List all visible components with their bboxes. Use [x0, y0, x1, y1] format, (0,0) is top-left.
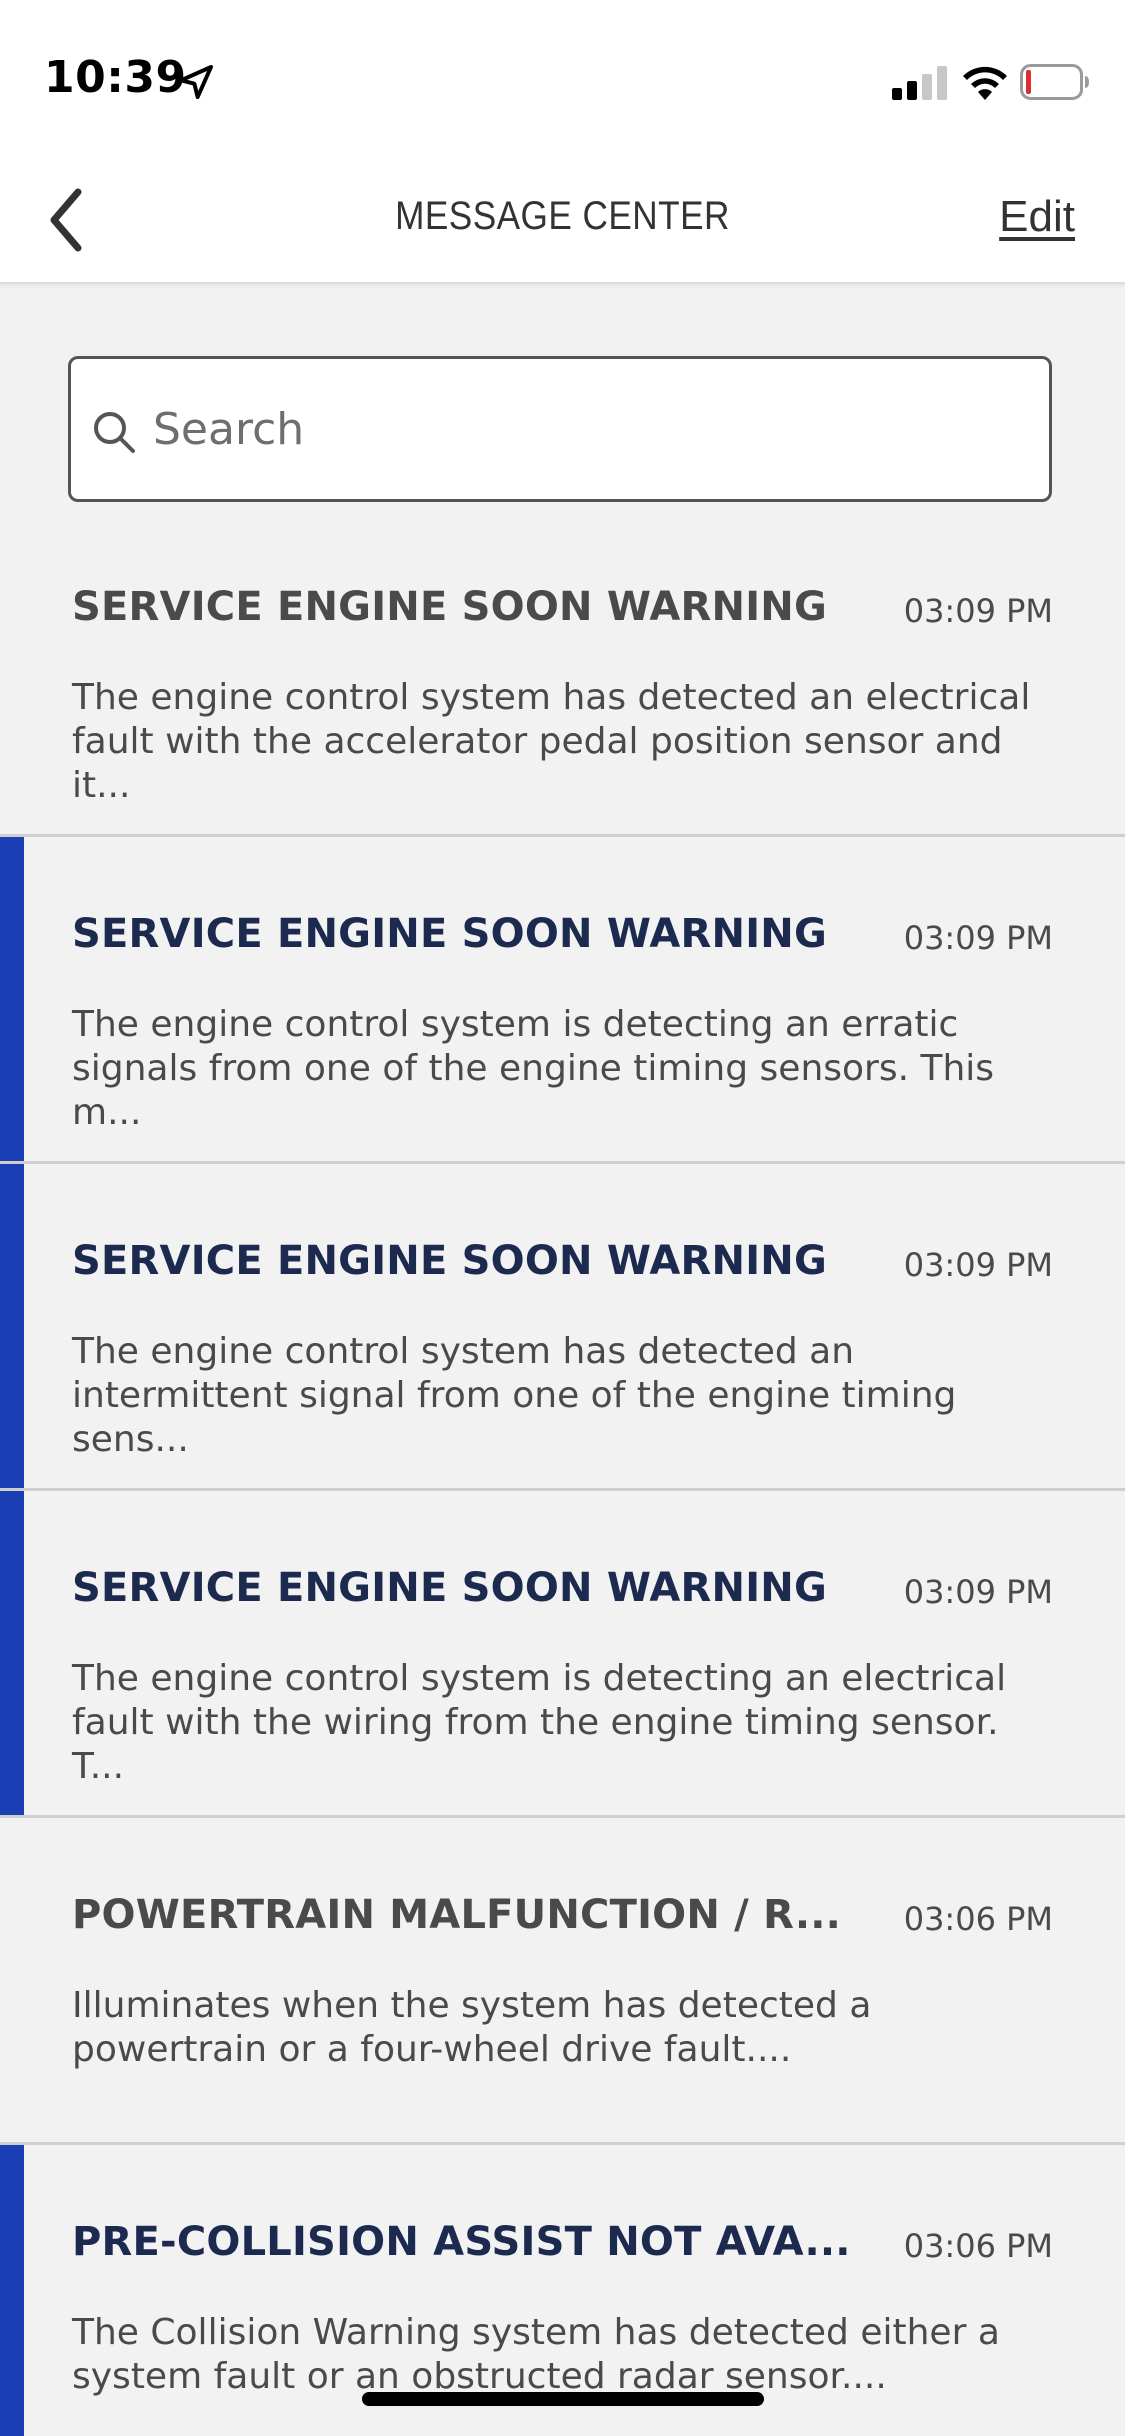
location-arrow-icon	[179, 65, 213, 99]
message-list: SERVICE ENGINE SOON WARNING 03:09 PM The…	[0, 510, 1125, 2436]
message-preview: The engine control system is detecting a…	[72, 1004, 995, 1133]
message-title: SERVICE ENGINE SOON WARNING	[72, 1238, 827, 1284]
status-time: 10:39	[44, 52, 187, 103]
message-time: 03:06 PM	[903, 1900, 1053, 1938]
message-preview: Illuminates when the system has detected…	[72, 1985, 872, 2070]
message-item[interactable]: SERVICE ENGINE SOON WARNING 03:09 PM The…	[0, 510, 1125, 837]
message-time: 03:09 PM	[903, 1246, 1053, 1284]
message-item[interactable]: SERVICE ENGINE SOON WARNING 03:09 PM The…	[0, 1491, 1125, 1818]
cellular-signal-icon	[892, 66, 947, 100]
message-preview: The engine control system has detected a…	[72, 677, 1031, 806]
battery-icon	[1020, 64, 1089, 100]
page-title: MESSAGE CENTER	[395, 194, 730, 238]
status-bar: 10:39	[0, 0, 1125, 150]
message-item[interactable]: SERVICE ENGINE SOON WARNING 03:09 PM The…	[0, 837, 1125, 1164]
message-preview: The engine control system is detecting a…	[72, 1658, 1007, 1787]
message-title: SERVICE ENGINE SOON WARNING	[72, 584, 827, 630]
message-title: POWERTRAIN MALFUNCTION / R...	[72, 1892, 842, 1938]
message-center-screen: 10:39 MESSAGE CENTER Edit Search SERVICE…	[0, 0, 1125, 2436]
message-title: PRE-COLLISION ASSIST NOT AVA...	[72, 2219, 851, 2265]
message-preview: The Collision Warning system has detecte…	[72, 2312, 1000, 2397]
search-box[interactable]	[68, 356, 1052, 502]
message-item[interactable]: SERVICE ENGINE SOON WARNING 03:09 PM The…	[0, 1164, 1125, 1491]
message-title: SERVICE ENGINE SOON WARNING	[72, 1565, 827, 1611]
navigation-bar: MESSAGE CENTER Edit	[0, 150, 1125, 284]
message-time: 03:09 PM	[903, 919, 1053, 957]
message-time: 03:09 PM	[903, 1573, 1053, 1611]
message-time: 03:06 PM	[903, 2227, 1053, 2265]
search-input[interactable]	[153, 391, 1013, 467]
search-icon	[94, 412, 135, 453]
message-item[interactable]: POWERTRAIN MALFUNCTION / R... 03:06 PM I…	[0, 1818, 1125, 2145]
message-time: 03:09 PM	[903, 592, 1053, 630]
message-preview: The engine control system has detected a…	[72, 1331, 957, 1460]
wifi-icon	[963, 66, 1007, 100]
home-indicator[interactable]	[362, 2392, 764, 2406]
edit-button[interactable]: Edit	[999, 192, 1075, 242]
message-title: SERVICE ENGINE SOON WARNING	[72, 911, 827, 957]
